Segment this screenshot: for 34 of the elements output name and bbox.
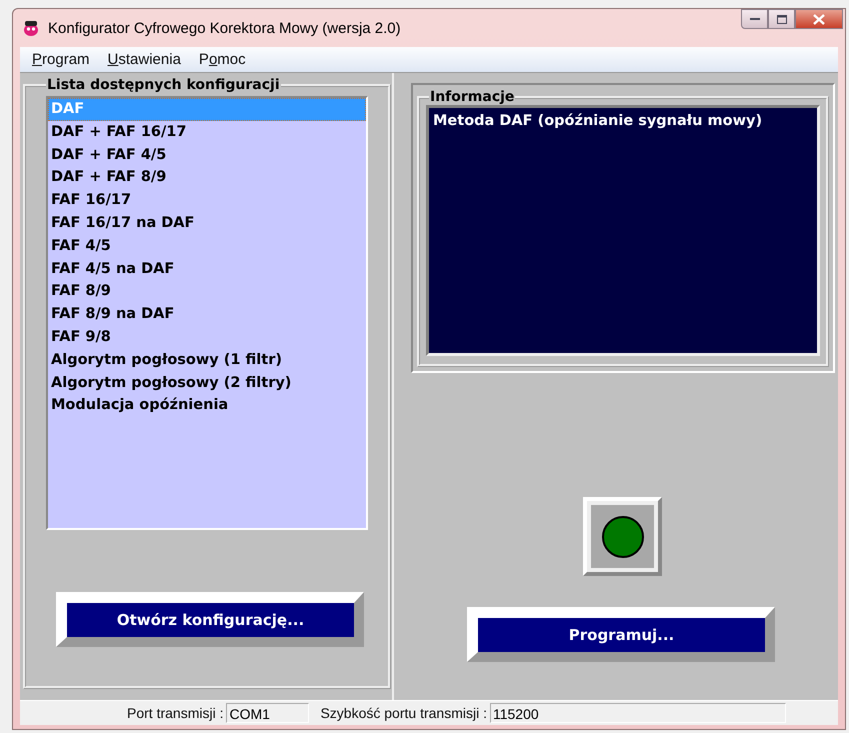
list-item[interactable]: FAF 8/9 na DAF bbox=[48, 303, 366, 326]
list-item[interactable]: DAF + FAF 8/9 bbox=[48, 166, 366, 190]
maximize-button[interactable] bbox=[768, 9, 795, 29]
port-field: COM1 bbox=[226, 703, 310, 723]
close-icon bbox=[813, 14, 825, 24]
window-title: Konfigurator Cyfrowego Korektora Mowy (wersja 2.0) bbox=[48, 20, 401, 36]
app-icon bbox=[22, 19, 40, 37]
info-text: Metoda DAF (opóźnianie sygnału mowy) bbox=[433, 113, 762, 129]
minimize-button[interactable] bbox=[741, 9, 768, 29]
list-item[interactable]: DAF + FAF 4/5 bbox=[48, 144, 366, 166]
group-title: Informacje bbox=[429, 89, 516, 105]
menu-item[interactable]: Ustawienia bbox=[108, 51, 181, 68]
speed-field: 115200 bbox=[490, 703, 786, 723]
minimize-icon bbox=[750, 17, 760, 21]
list-item[interactable]: Modulacja opóźnienia bbox=[48, 394, 366, 418]
close-button[interactable] bbox=[795, 9, 843, 29]
menu-item[interactable]: Pomoc bbox=[198, 51, 246, 68]
list-item[interactable]: Algorytm pogłosowy (1 filtr) bbox=[48, 348, 366, 372]
open-configuration-button[interactable]: Otwórz konfigurację... bbox=[56, 592, 364, 647]
list-item[interactable]: FAF 16/17 bbox=[48, 189, 366, 212]
group-title: Lista dostępnych konfiguracji bbox=[46, 77, 281, 93]
port-label: Port transmisji : bbox=[126, 705, 224, 721]
list-item[interactable]: FAF 9/8 bbox=[48, 326, 366, 349]
maximize-icon bbox=[776, 14, 786, 24]
list-item[interactable]: FAF 16/17 na DAF bbox=[48, 212, 366, 235]
list-item[interactable]: FAF 8/9 bbox=[48, 280, 366, 304]
menu-item[interactable]: Program bbox=[32, 51, 90, 68]
list-item[interactable]: DAF + FAF 16/17 bbox=[48, 120, 366, 144]
list-item[interactable]: FAF 4/5 na DAF bbox=[48, 258, 366, 280]
program-button[interactable]: Programuj... bbox=[467, 607, 775, 662]
list-item[interactable]: FAF 4/5 bbox=[48, 234, 366, 258]
configuration-list[interactable] bbox=[46, 96, 368, 530]
speed-label: Szybkość portu transmisji : bbox=[319, 705, 488, 721]
list-item[interactable]: Algorytm pogłosowy (2 filtry) bbox=[48, 372, 366, 394]
